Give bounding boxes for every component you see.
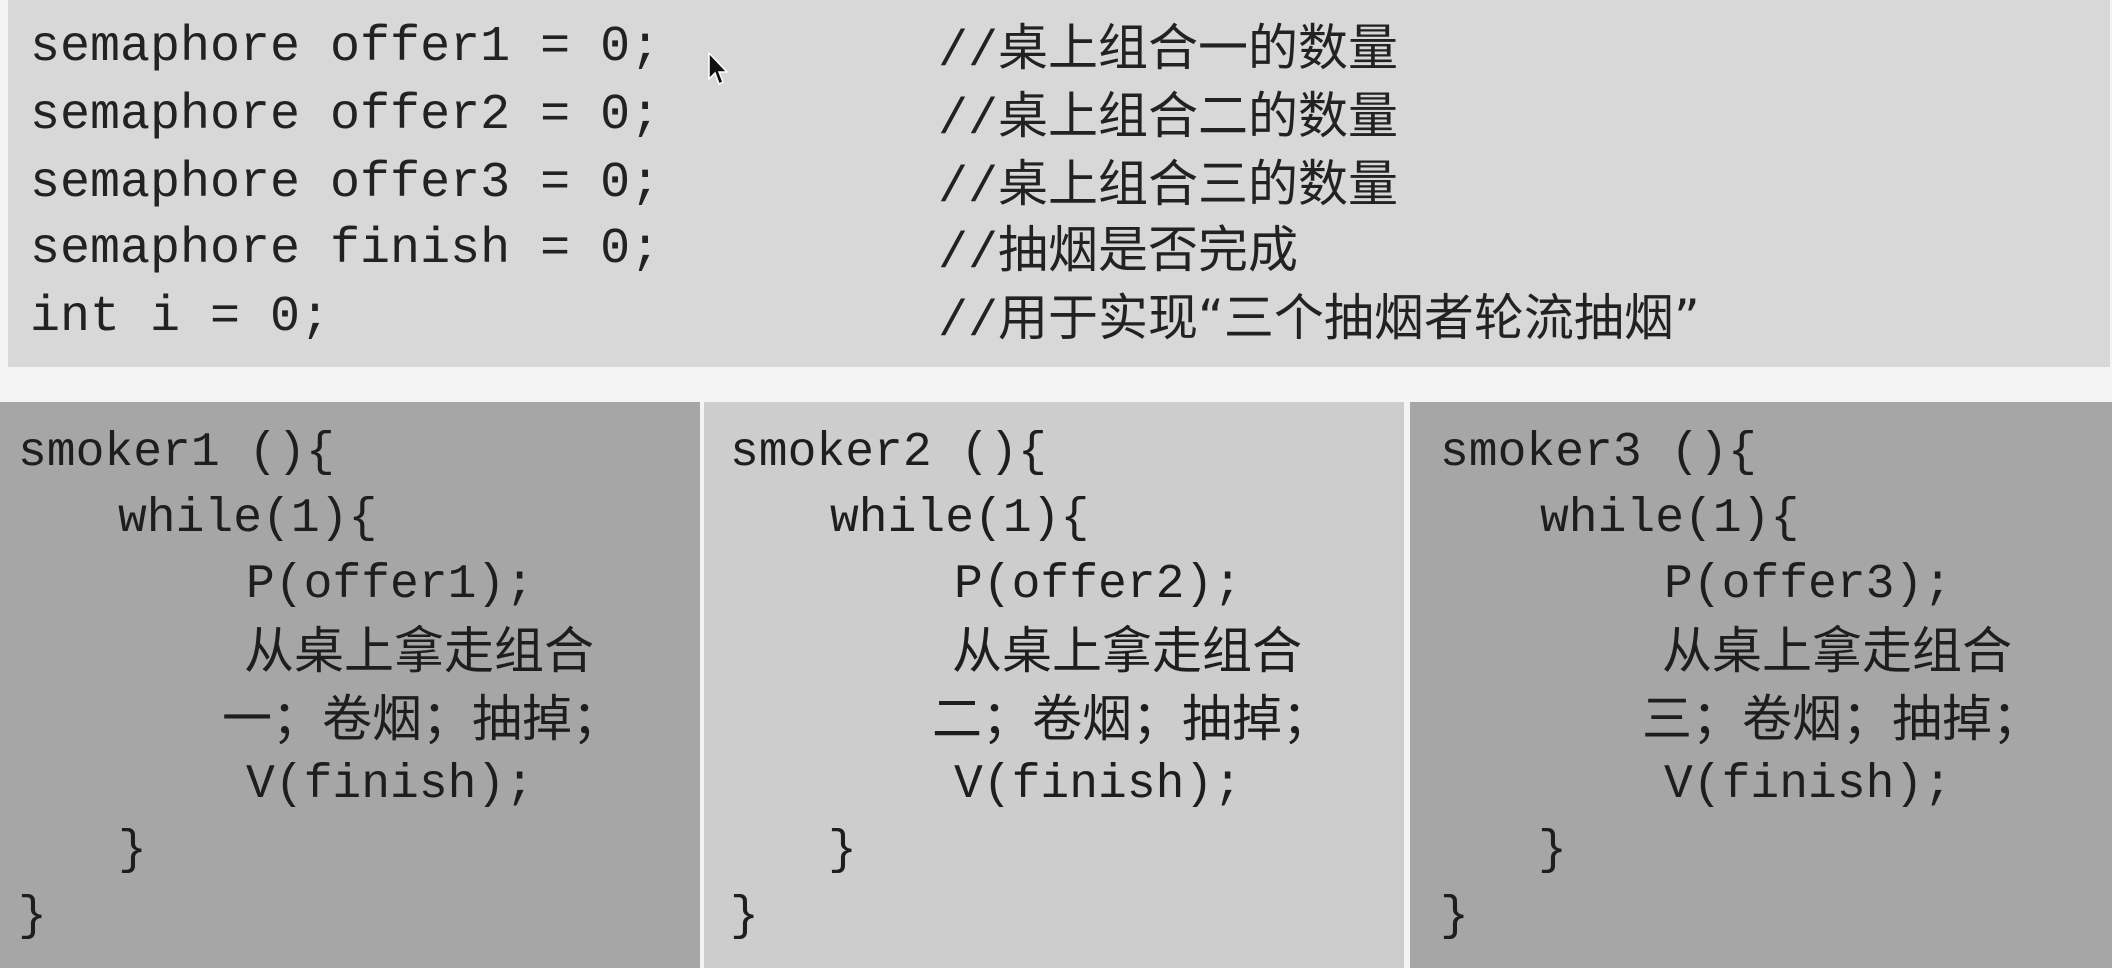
smoker2-panel: smoker2 (){ while(1){ P(offer2); 从桌上拿走组合… xyxy=(704,402,1404,968)
declaration-code-offer1: semaphore offer1 = 0; xyxy=(30,19,661,76)
outer-closing-brace: } xyxy=(730,890,759,944)
declaration-code-i: int i = 0; xyxy=(30,289,331,346)
action-text-line1: 从桌上拿走组合 xyxy=(1662,622,2012,680)
declaration-block: semaphore offer1 = 0; //桌上组合一的数量 semapho… xyxy=(8,0,2110,367)
outer-closing-brace: } xyxy=(18,890,47,944)
declaration-comment-offer3: //桌上组合三的数量 xyxy=(938,150,1398,218)
inner-closing-brace: } xyxy=(828,824,857,878)
declaration-code-offer2: semaphore offer2 = 0; xyxy=(30,87,661,144)
v-operation: V(finish); xyxy=(954,758,1243,812)
comment-text: 抽烟是否完成 xyxy=(998,221,1299,279)
p-operation: P(offer3); xyxy=(1664,558,1953,612)
inner-closing-brace: } xyxy=(118,824,147,878)
declaration-code-offer3: semaphore offer3 = 0; xyxy=(30,155,661,212)
inner-closing-brace: } xyxy=(1538,824,1567,878)
p-operation: P(offer1); xyxy=(246,558,535,612)
comment-prefix: // xyxy=(938,160,999,217)
comment-prefix: // xyxy=(938,226,999,283)
outer-closing-brace: } xyxy=(1440,890,1469,944)
action-text-line1: 从桌上拿走组合 xyxy=(244,622,594,680)
action-text-line2: 三；卷烟；抽掉； xyxy=(1642,690,2042,748)
v-operation: V(finish); xyxy=(1664,758,1953,812)
comment-prefix: // xyxy=(938,294,999,351)
comment-text: 桌上组合一的数量 xyxy=(998,19,1399,77)
p-operation: P(offer2); xyxy=(954,558,1243,612)
declaration-comment-offer1: //桌上组合一的数量 xyxy=(938,14,1398,82)
action-text-line2: 二；卷烟；抽掉； xyxy=(932,690,1332,748)
while-loop: while(1){ xyxy=(830,492,1090,546)
comment-prefix: // xyxy=(938,92,999,149)
while-loop: while(1){ xyxy=(118,492,378,546)
comment-text: 用于实现“三个抽烟者轮流抽烟” xyxy=(998,289,1700,347)
function-header: smoker1 (){ xyxy=(18,426,335,480)
while-loop: while(1){ xyxy=(1540,492,1800,546)
comment-text: 桌上组合三的数量 xyxy=(998,155,1399,213)
comment-prefix: // xyxy=(938,24,999,81)
declaration-comment-offer2: //桌上组合二的数量 xyxy=(938,82,1398,150)
smoker3-panel: smoker3 (){ while(1){ P(offer3); 从桌上拿走组合… xyxy=(1410,402,2112,968)
declaration-comment-i: //用于实现“三个抽烟者轮流抽烟” xyxy=(938,284,1700,352)
action-text-line2: 一；卷烟；抽掉； xyxy=(222,690,622,748)
action-text-line1: 从桌上拿走组合 xyxy=(952,622,1302,680)
comment-text: 桌上组合二的数量 xyxy=(998,87,1399,145)
v-operation: V(finish); xyxy=(246,758,535,812)
declaration-code-finish: semaphore finish = 0; xyxy=(30,221,661,278)
function-header: smoker2 (){ xyxy=(730,426,1047,480)
smoker1-panel: smoker1 (){ while(1){ P(offer1); 从桌上拿走组合… xyxy=(0,402,700,968)
declaration-comment-finish: //抽烟是否完成 xyxy=(938,216,1298,284)
function-header: smoker3 (){ xyxy=(1440,426,1757,480)
